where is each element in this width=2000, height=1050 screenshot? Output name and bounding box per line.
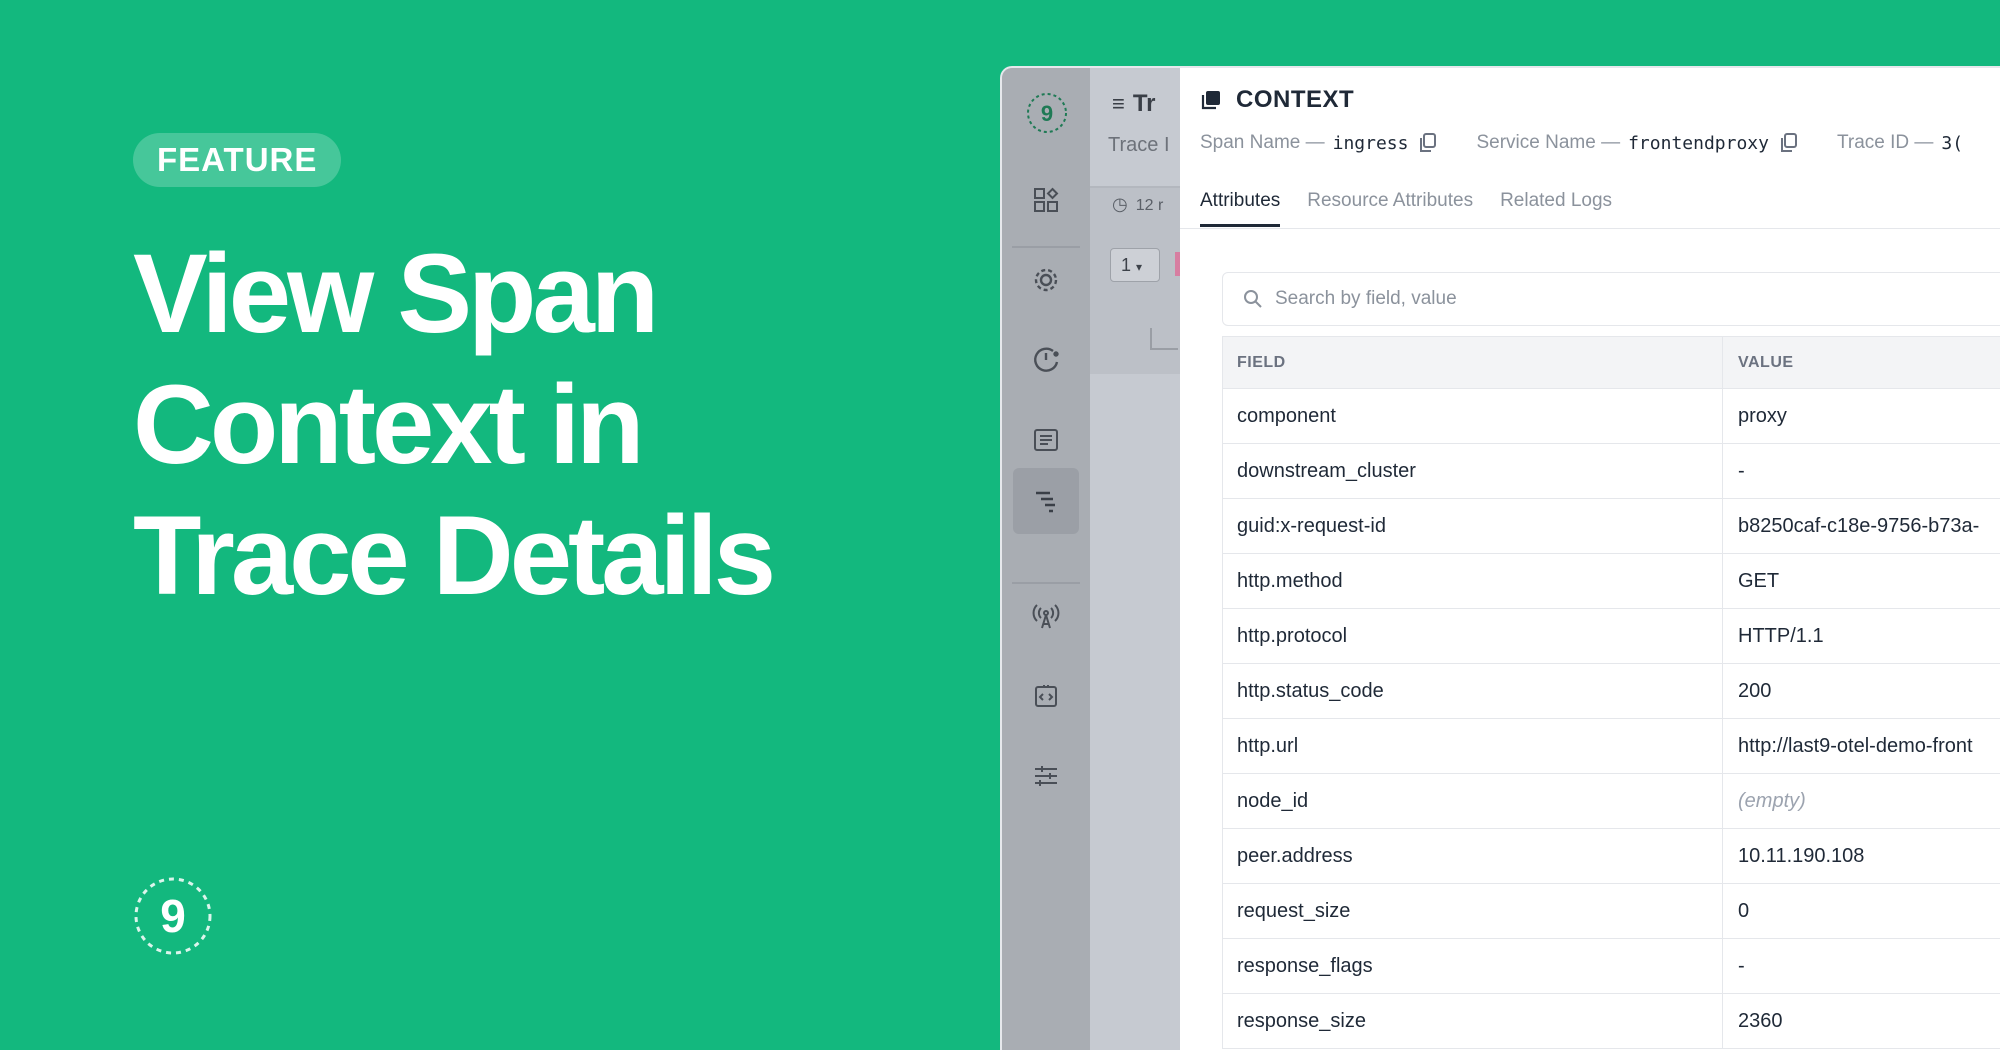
headline-line-2: Context in xyxy=(133,362,645,487)
rail-divider xyxy=(1012,582,1080,584)
context-title: CONTEXT xyxy=(1200,86,1354,114)
table-row[interactable]: http.url http://last9-otel-demo-front xyxy=(1223,719,2000,774)
rail-divider xyxy=(1012,246,1080,248)
span-meta: Span Name — ingress Service Name — front… xyxy=(1200,132,1963,154)
brand-logo-icon: 9 xyxy=(134,877,212,955)
service-name-label: Service Name — xyxy=(1476,132,1621,153)
table-row[interactable]: peer.address 10.11.190.108 xyxy=(1223,829,2000,884)
field-cell: downstream_cluster xyxy=(1223,444,1723,498)
trace-divider xyxy=(1090,186,1180,188)
span-depth-select[interactable]: 1 ▾ xyxy=(1110,248,1160,282)
copy-icon[interactable] xyxy=(1779,133,1797,153)
value-cell: GET xyxy=(1738,569,1780,592)
context-tabs: Attributes Resource Attributes Related L… xyxy=(1200,190,1612,227)
svg-text:9: 9 xyxy=(160,890,186,942)
column-header-field[interactable]: FIELD xyxy=(1223,337,1723,388)
table-row[interactable]: request_size 0 xyxy=(1223,884,2000,939)
code-icon[interactable] xyxy=(1020,670,1072,722)
field-cell: http.method xyxy=(1223,554,1723,608)
tab-related-logs[interactable]: Related Logs xyxy=(1500,190,1612,227)
clock-icon: ◷ xyxy=(1112,194,1128,214)
context-stack-icon xyxy=(1201,91,1220,110)
span-name-label: Span Name — xyxy=(1200,132,1325,153)
headline-line-3: Trace Details xyxy=(133,493,776,618)
table-row[interactable]: response_size 2360 xyxy=(1223,994,2000,1049)
sidebar-rail: 9 xyxy=(1002,68,1090,1050)
field-cell: node_id xyxy=(1223,774,1723,828)
table-row[interactable]: http.method GET xyxy=(1223,554,2000,609)
svg-text:9: 9 xyxy=(1041,101,1053,126)
app-logo-icon[interactable]: 9 xyxy=(1026,92,1068,134)
table-row[interactable]: guid:x-request-id b8250caf-c18e-9756-b73… xyxy=(1223,499,2000,554)
value-cell: 0 xyxy=(1738,899,1750,922)
chevron-down-icon: ▾ xyxy=(1136,260,1143,274)
field-cell: request_size xyxy=(1223,884,1723,938)
span-tree-connector xyxy=(1150,328,1178,350)
trace-duration: ◷ 12 r xyxy=(1112,194,1164,214)
column-header-value[interactable]: VALUE xyxy=(1723,337,2000,388)
table-row[interactable]: downstream_cluster - xyxy=(1223,444,2000,499)
app-window: 9 ≡ Tr Trace I ◷ 12 r 1 ▾ CONTEXT Span N… xyxy=(1000,66,2000,1050)
logs-icon[interactable] xyxy=(1020,414,1072,466)
table-row[interactable]: response_flags - xyxy=(1223,939,2000,994)
trace-id-label: Trace I xyxy=(1108,134,1170,156)
value-cell: - xyxy=(1738,954,1745,977)
trace-title: ≡ Tr xyxy=(1112,90,1156,117)
sliders-icon[interactable] xyxy=(1020,750,1072,802)
field-cell: http.protocol xyxy=(1223,609,1723,663)
value-cell: b8250caf-c18e-9756-b73a- xyxy=(1738,514,1980,537)
table-row[interactable]: http.status_code 200 xyxy=(1223,664,2000,719)
table-row[interactable]: component proxy xyxy=(1223,389,2000,444)
value-cell: 200 xyxy=(1738,679,1772,702)
trace-view-background: ≡ Tr Trace I ◷ 12 r 1 ▾ xyxy=(1090,68,1183,1050)
tabs-divider xyxy=(1180,228,2000,229)
traces-icon[interactable] xyxy=(1013,468,1079,534)
tab-attributes[interactable]: Attributes xyxy=(1200,190,1281,227)
dashboard-icon[interactable] xyxy=(1020,174,1072,226)
field-cell: peer.address xyxy=(1223,829,1723,883)
copy-icon[interactable] xyxy=(1418,133,1437,153)
feature-badge: FEATURE xyxy=(133,133,342,187)
search-input[interactable] xyxy=(1275,288,1875,310)
table-row[interactable]: http.protocol HTTP/1.1 xyxy=(1223,609,2000,664)
headline: View Span Context in Trace Details xyxy=(133,228,893,621)
trace-list-icon: ≡ xyxy=(1112,91,1125,116)
tab-resource-attributes[interactable]: Resource Attributes xyxy=(1307,190,1473,227)
value-cell: (empty) xyxy=(1738,789,1806,812)
broadcast-icon[interactable] xyxy=(1020,590,1072,642)
alert-gauge-icon[interactable] xyxy=(1020,334,1072,386)
value-cell: http://last9-otel-demo-front xyxy=(1738,734,1973,757)
settings-gear-icon[interactable] xyxy=(1020,254,1072,306)
service-name-value: frontendproxy xyxy=(1628,132,1769,154)
value-cell: - xyxy=(1738,459,1745,482)
field-cell: guid:x-request-id xyxy=(1223,499,1723,553)
table-header: FIELD VALUE xyxy=(1223,337,2000,389)
field-cell: http.status_code xyxy=(1223,664,1723,718)
attributes-table: FIELD VALUE component proxy downstream_c… xyxy=(1222,336,2000,1049)
attribute-search xyxy=(1222,272,2000,326)
value-cell: 10.11.190.108 xyxy=(1738,844,1865,867)
span-name-value: ingress xyxy=(1332,132,1409,154)
value-cell: proxy xyxy=(1738,404,1787,427)
field-cell: response_size xyxy=(1223,994,1723,1048)
trace-id-value: 3( xyxy=(1941,132,1964,154)
value-cell: 2360 xyxy=(1738,1009,1783,1032)
field-cell: http.url xyxy=(1223,719,1723,773)
field-cell: response_flags xyxy=(1223,939,1723,993)
headline-line-1: View Span xyxy=(133,231,659,356)
search-icon xyxy=(1244,290,1262,308)
field-cell: component xyxy=(1223,389,1723,443)
context-panel: CONTEXT Span Name — ingress Service Name… xyxy=(1180,68,2000,1050)
trace-id-label: Trace ID — xyxy=(1836,132,1934,153)
value-cell: HTTP/1.1 xyxy=(1738,624,1824,647)
table-row[interactable]: node_id (empty) xyxy=(1223,774,2000,829)
